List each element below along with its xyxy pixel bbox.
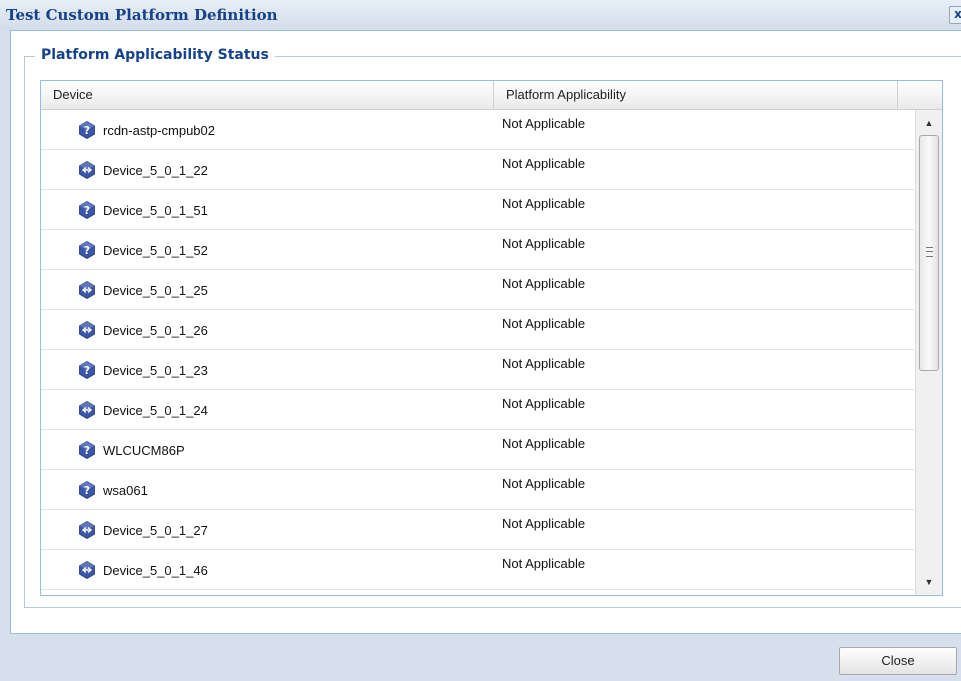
scroll-down-arrow-icon[interactable]: ▼ bbox=[916, 569, 942, 595]
table-row[interactable]: ? WLCUCM86P Not Applicable bbox=[41, 430, 914, 470]
device-cell: Device_5_0_1_26 bbox=[77, 310, 208, 350]
unknown-device-icon: ? bbox=[77, 200, 97, 220]
device-name: Device_5_0_1_46 bbox=[103, 562, 208, 578]
dialog-window: Test Custom Platform Definition x Platfo… bbox=[0, 0, 961, 681]
applicability-cell: Not Applicable bbox=[502, 316, 586, 331]
table-row[interactable]: ? Device_5_0_1_52 Not Applicable bbox=[41, 230, 914, 270]
table-row[interactable]: Device_5_0_1_24 Not Applicable bbox=[41, 390, 914, 430]
svg-text:?: ? bbox=[84, 124, 90, 137]
dialog-footer bbox=[0, 640, 961, 681]
vertical-scrollbar[interactable]: ▲ ▼ bbox=[915, 110, 942, 595]
unknown-device-icon: ? bbox=[77, 480, 97, 500]
device-name: Device_5_0_1_22 bbox=[103, 162, 208, 178]
table-row[interactable]: Device_5_0_1_26 Not Applicable bbox=[41, 310, 914, 350]
unknown-device-icon: ? bbox=[77, 120, 97, 140]
table-row[interactable]: ? rcdn-astp-cmpub02 Not Applicable bbox=[41, 110, 914, 150]
applicability-cell: Not Applicable bbox=[502, 116, 586, 131]
network-device-icon bbox=[77, 320, 97, 340]
table-row[interactable]: Device_5_0_1_46 Not Applicable bbox=[41, 550, 914, 590]
device-cell: Device_5_0_1_27 bbox=[77, 510, 208, 550]
applicability-cell: Not Applicable bbox=[502, 516, 586, 531]
scrollbar-thumb[interactable] bbox=[919, 135, 939, 371]
grid-header: Device Platform Applicability bbox=[41, 81, 942, 110]
device-cell: ? Device_5_0_1_23 bbox=[77, 350, 208, 390]
device-cell: ? rcdn-astp-cmpub02 bbox=[77, 110, 215, 150]
dialog-title: Test Custom Platform Definition bbox=[6, 6, 278, 24]
close-icon[interactable]: x bbox=[949, 6, 961, 24]
device-name: Device_5_0_1_27 bbox=[103, 522, 208, 538]
column-header-device[interactable]: Device bbox=[41, 81, 494, 109]
network-device-icon bbox=[77, 520, 97, 540]
applicability-cell: Not Applicable bbox=[502, 276, 586, 291]
device-cell: ? Device_5_0_1_52 bbox=[77, 230, 208, 270]
table-row[interactable]: Device_5_0_1_27 Not Applicable bbox=[41, 510, 914, 550]
applicability-cell: Not Applicable bbox=[502, 236, 586, 251]
network-device-icon bbox=[77, 560, 97, 580]
applicability-grid: Device Platform Applicability ? rcdn-astp… bbox=[40, 80, 943, 596]
device-name: Device_5_0_1_51 bbox=[103, 202, 208, 218]
close-button[interactable]: Close bbox=[839, 647, 957, 675]
applicability-cell: Not Applicable bbox=[502, 396, 586, 411]
device-name: wsa061 bbox=[103, 482, 148, 498]
svg-text:?: ? bbox=[84, 204, 90, 217]
unknown-device-icon: ? bbox=[77, 440, 97, 460]
applicability-cell: Not Applicable bbox=[502, 436, 586, 451]
grid-body: ? rcdn-astp-cmpub02 Not Applicable Device_5… bbox=[41, 110, 914, 595]
network-device-icon bbox=[77, 280, 97, 300]
network-device-icon bbox=[77, 400, 97, 420]
device-name: Device_5_0_1_23 bbox=[103, 362, 208, 378]
svg-text:?: ? bbox=[84, 444, 90, 457]
grip-icon bbox=[926, 247, 933, 257]
device-cell: Device_5_0_1_46 bbox=[77, 550, 208, 590]
applicability-cell: Not Applicable bbox=[502, 156, 586, 171]
device-name: WLCUCM86P bbox=[103, 442, 185, 458]
applicability-cell: Not Applicable bbox=[502, 196, 586, 211]
unknown-device-icon: ? bbox=[77, 360, 97, 380]
device-cell: Device_5_0_1_24 bbox=[77, 390, 208, 430]
table-row[interactable]: Device_5_0_1_25 Not Applicable bbox=[41, 270, 914, 310]
device-name: Device_5_0_1_26 bbox=[103, 322, 208, 338]
dialog-titlebar[interactable]: Test Custom Platform Definition x bbox=[0, 0, 961, 30]
table-row[interactable]: Device_5_0_1_22 Not Applicable bbox=[41, 150, 914, 190]
device-cell: ? Device_5_0_1_51 bbox=[77, 190, 208, 230]
applicability-cell: Not Applicable bbox=[502, 556, 586, 571]
svg-text:?: ? bbox=[84, 244, 90, 257]
table-row[interactable]: ? Device_5_0_1_51 Not Applicable bbox=[41, 190, 914, 230]
unknown-device-icon: ? bbox=[77, 240, 97, 260]
device-cell: Device_5_0_1_22 bbox=[77, 150, 208, 190]
device-name: Device_5_0_1_24 bbox=[103, 402, 208, 418]
svg-text:?: ? bbox=[84, 364, 90, 377]
applicability-cell: Not Applicable bbox=[502, 356, 586, 371]
table-row[interactable]: ? Device_5_0_1_23 Not Applicable bbox=[41, 350, 914, 390]
device-name: rcdn-astp-cmpub02 bbox=[103, 122, 215, 138]
fieldset-legend: Platform Applicability Status bbox=[35, 47, 275, 63]
applicability-cell: Not Applicable bbox=[502, 476, 586, 491]
device-cell: ? WLCUCM86P bbox=[77, 430, 185, 470]
device-cell: ? wsa061 bbox=[77, 470, 148, 510]
table-row[interactable]: ? wsa061 Not Applicable bbox=[41, 470, 914, 510]
device-name: Device_5_0_1_52 bbox=[103, 242, 208, 258]
network-device-icon bbox=[77, 160, 97, 180]
device-name: Device_5_0_1_25 bbox=[103, 282, 208, 298]
device-cell: Device_5_0_1_25 bbox=[77, 270, 208, 310]
column-header-platform-applicability[interactable]: Platform Applicability bbox=[494, 81, 898, 109]
scroll-up-arrow-icon[interactable]: ▲ bbox=[916, 110, 942, 136]
svg-text:?: ? bbox=[84, 484, 90, 497]
